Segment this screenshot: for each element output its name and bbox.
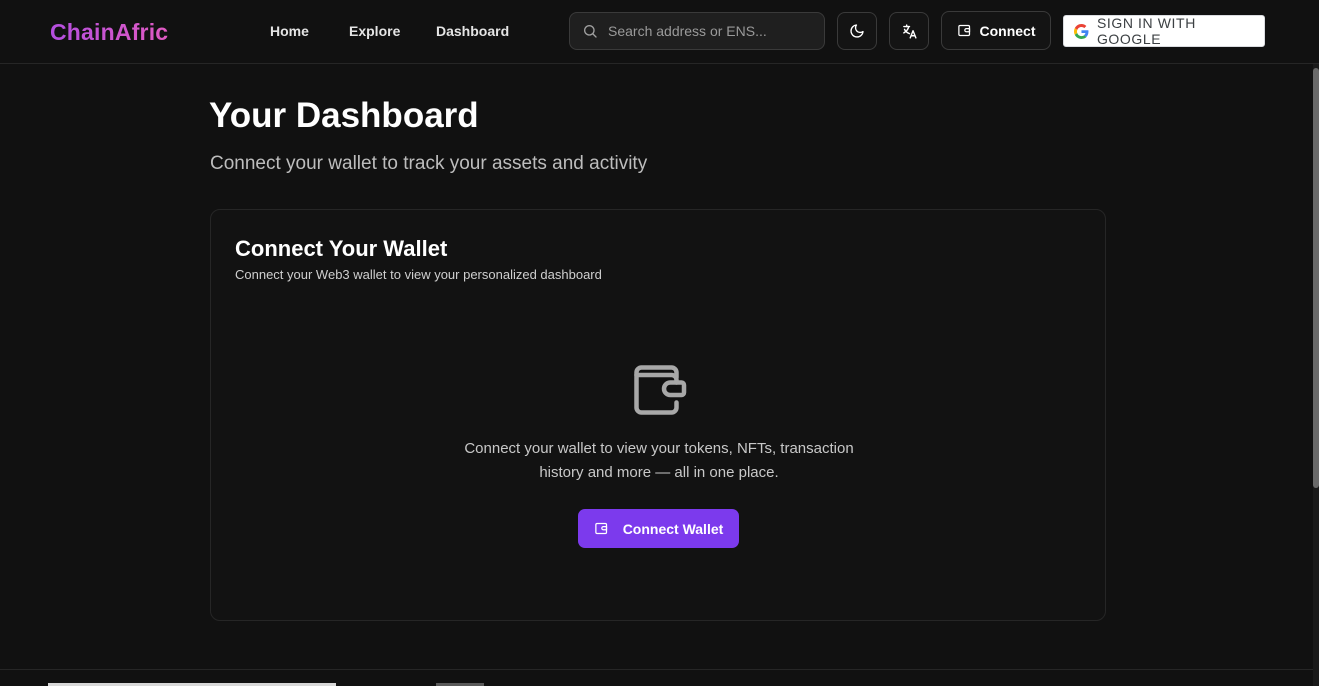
language-button[interactable] — [889, 12, 929, 50]
card-body-line-2: history and more — all in one place. — [539, 464, 779, 481]
card-title: Connect Your Wallet — [235, 236, 448, 261]
search-input[interactable] — [608, 13, 818, 49]
page-title: Your Dashboard — [209, 96, 479, 135]
search-icon — [584, 25, 597, 38]
wallet-icon — [957, 24, 970, 37]
card-body-text: Connect your wallet to view your tokens,… — [211, 437, 1107, 485]
theme-toggle-button[interactable] — [837, 12, 877, 50]
connect-wallet-button[interactable]: Connect Wallet — [578, 509, 739, 548]
wallet-illustration-icon — [634, 365, 687, 415]
connect-button[interactable]: Connect — [941, 11, 1051, 50]
nav-explore[interactable]: Explore — [349, 23, 400, 39]
page-subtitle: Connect your wallet to track your assets… — [210, 153, 648, 174]
nav-home[interactable]: Home — [270, 23, 309, 39]
footer-divider — [0, 669, 1313, 670]
google-signin-button[interactable]: SIGN IN WITH GOOGLE — [1063, 15, 1265, 47]
search-box — [569, 12, 825, 50]
card-description: Connect your Web3 wallet to view your pe… — [235, 267, 602, 282]
wallet-icon — [594, 522, 607, 535]
top-navbar: ChainAfric Home Explore Dashboard Search… — [0, 0, 1319, 64]
google-icon — [1074, 23, 1089, 39]
page: ChainAfric Home Explore Dashboard Search… — [0, 0, 1319, 686]
card-body-line-1: Connect your wallet to view your tokens,… — [464, 440, 854, 457]
translate-icon — [902, 23, 917, 39]
scrollbar-thumb[interactable] — [1313, 68, 1319, 488]
logo[interactable]: ChainAfric — [50, 19, 168, 46]
connect-wallet-card: Connect Your Wallet Connect your Web3 wa… — [210, 209, 1106, 621]
moon-icon — [850, 24, 864, 38]
nav-dashboard[interactable]: Dashboard — [436, 23, 509, 39]
google-signin-label: SIGN IN WITH GOOGLE — [1096, 15, 1196, 47]
connect-wallet-button-label: Connect Wallet — [622, 520, 724, 537]
connect-button-label: Connect — [979, 22, 1036, 39]
